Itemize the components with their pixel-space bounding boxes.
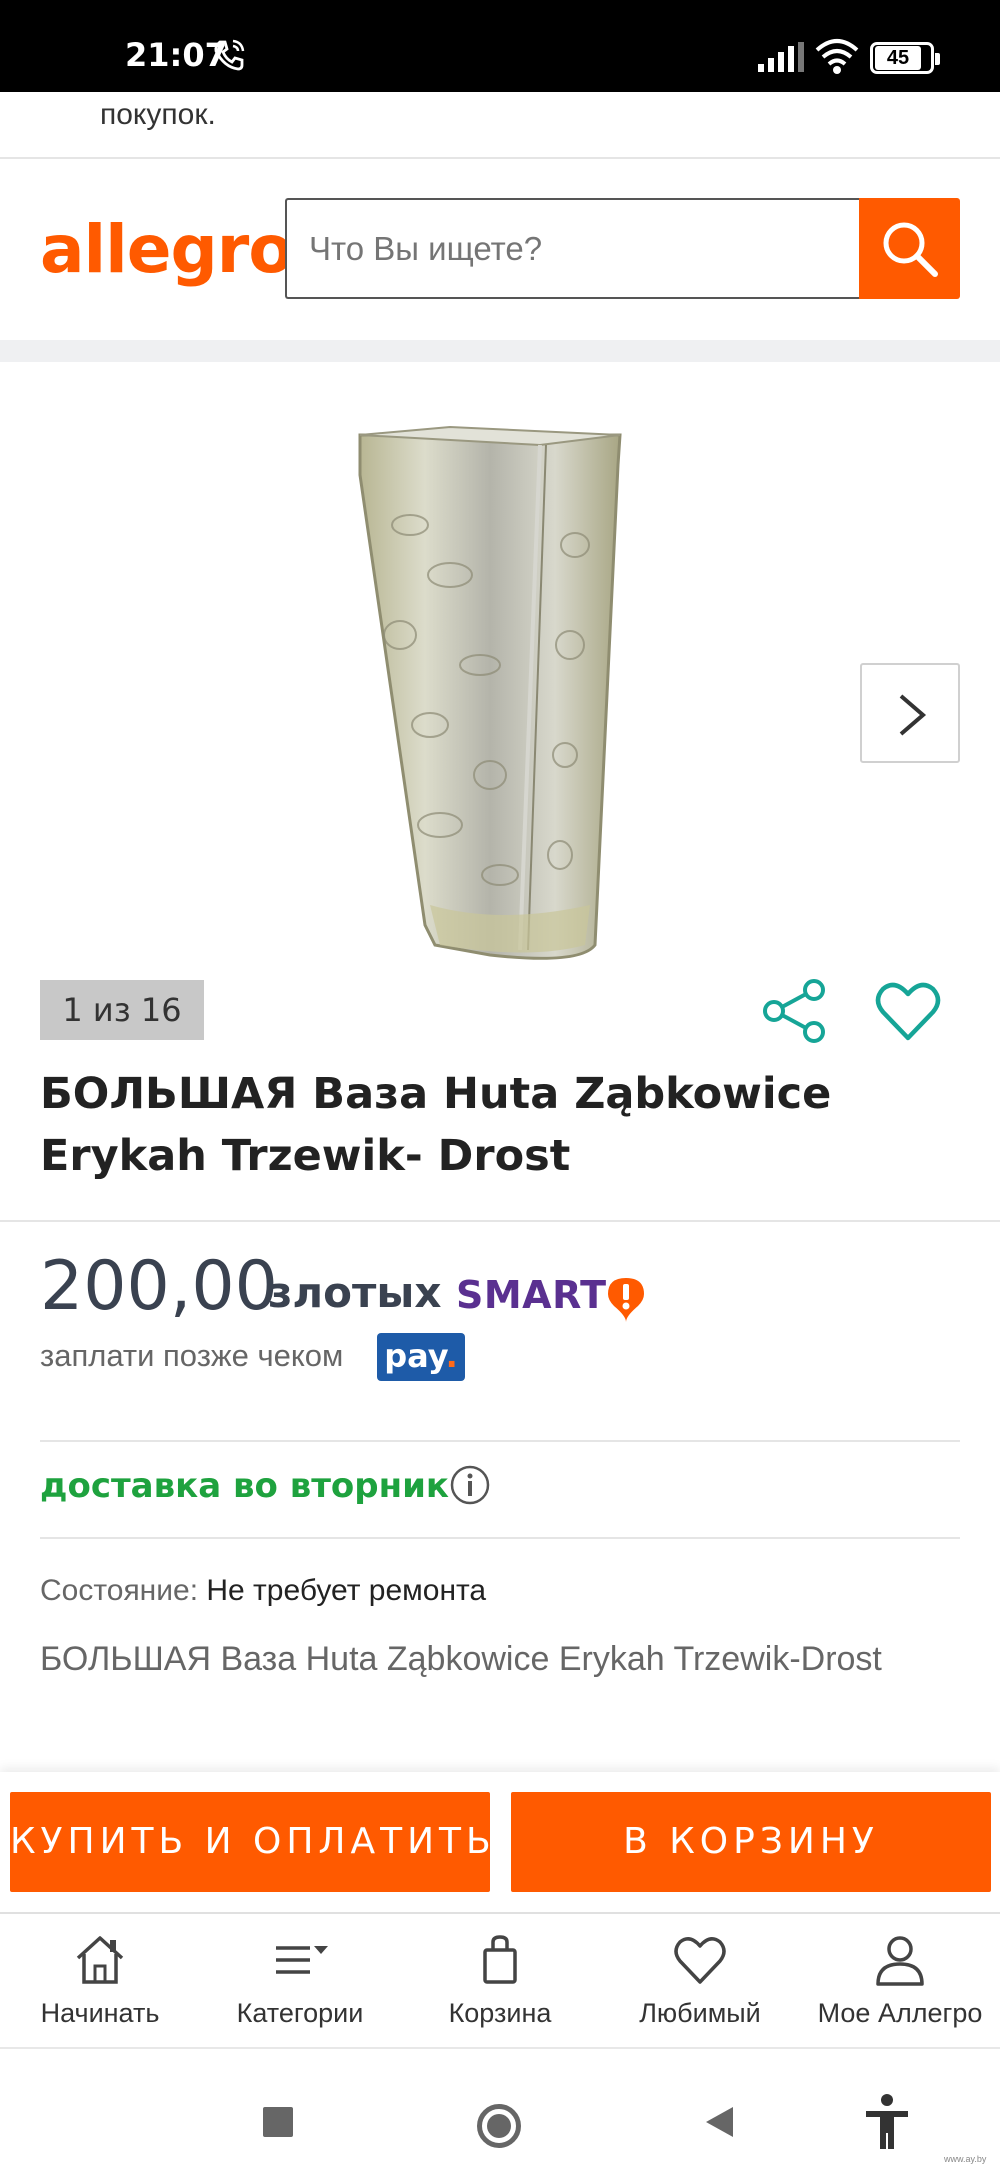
- product-image-vase[interactable]: [200, 405, 800, 960]
- nav-item-favorites[interactable]: Любимый: [600, 1914, 800, 2049]
- battery-icon: 45: [870, 42, 940, 74]
- nav-item-my-allegro[interactable]: Мое Аллегро: [800, 1914, 1000, 2049]
- allegro-logo[interactable]: allegro: [40, 210, 294, 290]
- add-to-cart-button[interactable]: В КОРЗИНУ: [511, 1792, 991, 1892]
- divider: [40, 1440, 960, 1442]
- back-triangle-icon[interactable]: [703, 2105, 735, 2139]
- bag-icon: [483, 1935, 517, 1984]
- search-button[interactable]: [859, 198, 960, 299]
- nav-item-categories[interactable]: Категории: [200, 1914, 400, 2049]
- favorite-heart-icon[interactable]: [875, 980, 941, 1042]
- buy-now-button[interactable]: КУПИТЬ И ОПЛАТИТЬ: [10, 1792, 490, 1892]
- nav-item-home[interactable]: Начинать: [0, 1914, 200, 2049]
- home-circle-icon[interactable]: [477, 2104, 521, 2148]
- image-counter: 1 из 16: [40, 980, 204, 1040]
- allegro-pay-badge: pay.: [377, 1333, 465, 1381]
- condition-row: Состояние: Не требует ремонта: [40, 1574, 486, 1608]
- watermark: www.ay.by: [944, 2154, 987, 2164]
- signal-icon: [758, 42, 804, 72]
- home-icon: [76, 1936, 124, 1984]
- info-icon[interactable]: [450, 1465, 490, 1505]
- battery-level: 45: [875, 46, 921, 70]
- share-icon[interactable]: [762, 978, 828, 1044]
- status-bar: 21:07 45: [0, 0, 1000, 92]
- header-separator: [0, 340, 1000, 362]
- nav-label: Категории: [236, 1998, 364, 2028]
- pay-later-text: заплати позже чеком: [40, 1338, 344, 1373]
- nav-label: Корзина: [448, 1998, 552, 2028]
- next-image-button[interactable]: [860, 663, 960, 763]
- chevron-right-icon: [899, 694, 927, 736]
- info-text: покупок.: [100, 98, 216, 131]
- divider: [0, 157, 1000, 159]
- nav-label: Мое Аллегро: [817, 1998, 983, 2028]
- divider: [40, 1537, 960, 1539]
- nav-label: Начинать: [40, 1998, 160, 2028]
- wifi-icon: [815, 39, 859, 74]
- search-icon: [883, 222, 938, 277]
- price-currency: злотых: [268, 1268, 442, 1317]
- divider: [0, 1220, 1000, 1222]
- product-description: БОЛЬШАЯ Ваза Huta Ząbkowice Erykah Trzew…: [40, 1640, 882, 1678]
- product-title: БОЛЬШАЯ Ваза Huta Ząbkowice Erykah Trzew…: [40, 1069, 832, 1181]
- smart-exclamation-icon: [608, 1278, 644, 1322]
- search-field[interactable]: [285, 198, 860, 299]
- delivery-info: доставка во вторник: [40, 1466, 450, 1506]
- condition-label: Состояние:: [40, 1574, 199, 1607]
- system-navigation-bar: [0, 2047, 1000, 2167]
- accessibility-icon[interactable]: [862, 2093, 912, 2151]
- search-input[interactable]: [287, 200, 860, 297]
- smart-badge: SMART: [456, 1273, 607, 1317]
- recent-apps-icon[interactable]: [263, 2107, 293, 2137]
- heart-icon: [674, 1937, 726, 1984]
- bottom-navigation: Начинать Категории Корзина Любимый Мое А…: [0, 1912, 1000, 2047]
- user-icon: [876, 1936, 924, 1986]
- menu-icon: [276, 1946, 328, 1974]
- condition-value: Не требует ремонта: [206, 1574, 487, 1607]
- nav-label: Любимый: [639, 1998, 761, 2028]
- product-price: 200,00: [40, 1247, 278, 1326]
- nav-item-cart[interactable]: Корзина: [400, 1914, 600, 2049]
- wifi-call-icon: [214, 39, 245, 71]
